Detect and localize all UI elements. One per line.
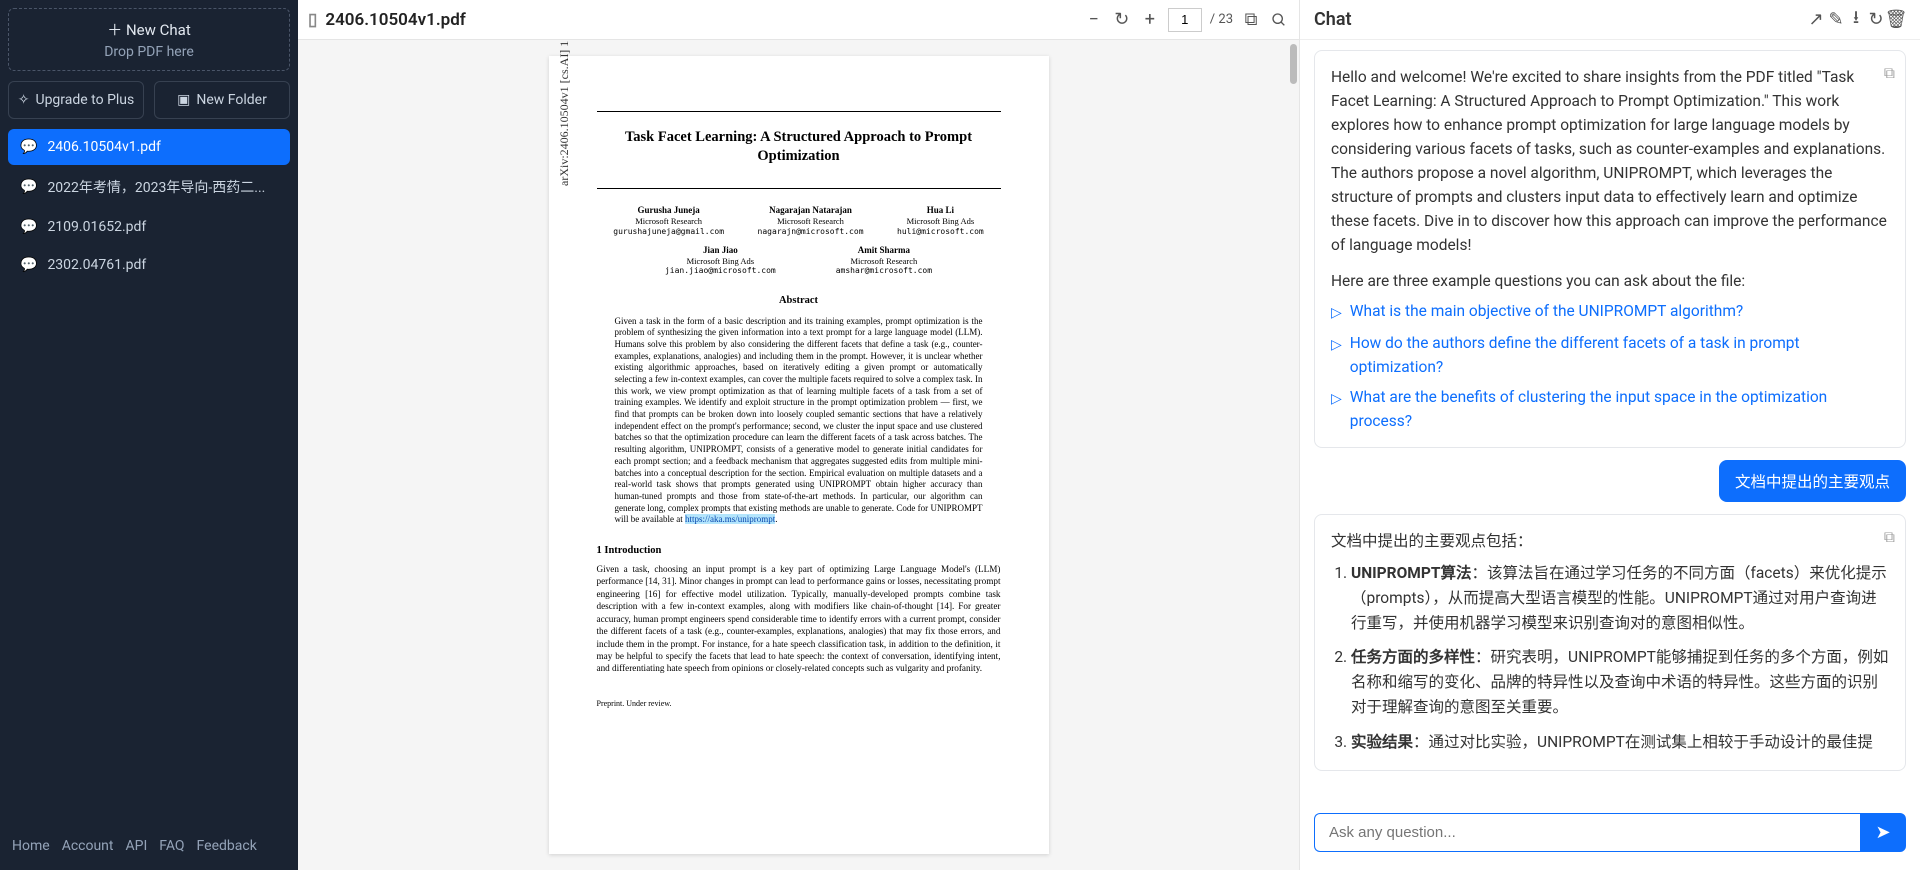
share-icon[interactable]: ↗ [1806, 10, 1826, 30]
intro-text: Given a task, choosing an input prompt i… [597, 563, 1001, 675]
page-total: / 23 [1210, 12, 1233, 27]
chat-bubble-icon: 💬 [20, 139, 37, 155]
example-question[interactable]: ▷ How do the authors define the different… [1331, 331, 1889, 379]
zoom-out-icon[interactable]: − [1084, 10, 1104, 30]
chat-pane: Chat ↗ ✎ ⭳ ↻ 🗑 ⧉ Hello and welcome! We'r… [1300, 0, 1920, 870]
chat-title: Chat [1314, 9, 1806, 30]
pdf-body[interactable]: arXiv:2406.10504v1 [cs.AI] 15 Jun 2024 T… [298, 40, 1299, 870]
code-link[interactable]: https://aka.ms/uniprompt [685, 514, 775, 524]
author: Hua LiMicrosoft Bing Adshuli@microsoft.c… [897, 205, 984, 237]
zoom-in-icon[interactable]: + [1140, 10, 1160, 30]
preprint-note: Preprint. Under review. [597, 699, 1001, 709]
file-item[interactable]: 💬 2022年考情，2023年导向-西药二... [8, 167, 290, 207]
abstract-heading: Abstract [597, 294, 1001, 307]
search-icon[interactable] [1269, 10, 1289, 30]
scrollbar-thumb[interactable] [1290, 44, 1297, 84]
reply-points: UNIPROMPT算法：该算法旨在通过学习任务的不同方面（facets）来优化提… [1331, 561, 1889, 755]
file-item[interactable]: 💬 2302.04761.pdf [8, 247, 290, 283]
document-icon: ▯ [308, 10, 317, 30]
send-triangle-icon: ▷ [1331, 335, 1342, 357]
copy-icon[interactable]: ⧉ [1884, 61, 1895, 85]
file-list: 💬 2406.10504v1.pdf 💬 2022年考情，2023年导向-西药二...… [8, 129, 290, 283]
example-question[interactable]: ▷ What are the benefits of clustering the… [1331, 385, 1889, 433]
footer-link[interactable]: Account [62, 838, 114, 854]
example-question-text: What is the main objective of the UNIPRO… [1350, 299, 1743, 323]
chat-body[interactable]: ⧉ Hello and welcome! We're excited to sh… [1300, 40, 1920, 803]
file-item[interactable]: 💬 2406.10504v1.pdf [8, 129, 290, 165]
reply-point: 任务方面的多样性：研究表明，UNIPROMPT能够捕捉到任务的多个方面，例如名称… [1351, 645, 1889, 719]
edit-icon[interactable]: ✎ [1826, 10, 1846, 30]
intro-heading: 1 Introduction [597, 544, 1001, 557]
assistant-reply: ⧉ 文档中提出的主要观点包括： UNIPROMPT算法：该算法旨在通过学习任务的… [1314, 514, 1906, 772]
example-question-text: What are the benefits of clustering the … [1350, 385, 1889, 433]
copy-icon[interactable]: ⧉ [1884, 525, 1895, 549]
arxiv-stamp: arXiv:2406.10504v1 [cs.AI] 15 Jun 2024 [557, 40, 572, 186]
folder-plus-icon: ▣ [177, 92, 190, 108]
chat-bubble-icon: 💬 [20, 257, 37, 273]
reply-lead: 文档中提出的主要观点包括： [1331, 529, 1889, 553]
chat-input-row: ➤ [1300, 803, 1920, 870]
reply-point: 实验结果：通过对比实验，UNIPROMPT在测试集上相较于手动设计的最佳提 [1351, 730, 1889, 755]
reply-point: UNIPROMPT算法：该算法旨在通过学习任务的不同方面（facets）来优化提… [1351, 561, 1889, 635]
authors-row-1: Gurusha JunejaMicrosoft Researchgurushaj… [597, 205, 1001, 237]
footer-link[interactable]: Feedback [197, 838, 257, 854]
upgrade-button[interactable]: ✧ Upgrade to Plus [8, 81, 144, 119]
new-folder-button[interactable]: ▣ New Folder [154, 81, 290, 119]
footer-link[interactable]: FAQ [159, 838, 184, 854]
send-triangle-icon: ▷ [1331, 389, 1342, 411]
welcome-text: Hello and welcome! We're excited to shar… [1331, 65, 1889, 257]
file-name: 2022年考情，2023年导向-西药二... [47, 177, 265, 197]
send-button[interactable]: ➤ [1860, 813, 1906, 852]
author: Jian JiaoMicrosoft Bing Adsjian.jiao@mic… [665, 245, 776, 277]
footer-link[interactable]: Home [12, 838, 50, 854]
sparkle-icon: ✧ [18, 92, 30, 108]
paper-title: Task Facet Learning: A Structured Approa… [597, 128, 1001, 166]
file-name: 2302.04761.pdf [47, 257, 146, 273]
title-rule [597, 111, 1001, 112]
sidebar: ＋ New Chat Drop PDF here ✧ Upgrade to Pl… [0, 0, 298, 870]
pdf-title: ▯ 2406.10504v1.pdf [308, 10, 1076, 30]
title-rule-bottom [597, 188, 1001, 189]
page-input[interactable] [1168, 8, 1202, 32]
selection-icon[interactable]: ⧉ [1241, 10, 1261, 30]
example-question[interactable]: ▷ What is the main objective of the UNIPR… [1331, 299, 1889, 325]
pdf-page: arXiv:2406.10504v1 [cs.AI] 15 Jun 2024 T… [549, 56, 1049, 854]
author: Amit SharmaMicrosoft Researchamshar@micr… [836, 245, 932, 277]
send-triangle-icon: ▷ [1331, 303, 1342, 325]
new-chat-label: ＋ New Chat [19, 19, 279, 40]
chat-input[interactable] [1314, 813, 1860, 852]
abstract-text: Given a task in the form of a basic desc… [597, 316, 1001, 526]
new-chat-button[interactable]: ＋ New Chat Drop PDF here [8, 8, 290, 71]
delete-icon[interactable]: 🗑 [1886, 10, 1906, 30]
footer-links: Home Account API FAQ Feedback [8, 830, 290, 862]
file-name: 2406.10504v1.pdf [47, 139, 160, 155]
drop-hint: Drop PDF here [19, 44, 279, 60]
refresh-icon[interactable]: ↻ [1866, 10, 1886, 30]
chat-bubble-icon: 💬 [20, 219, 37, 235]
chat-header: Chat ↗ ✎ ⭳ ↻ 🗑 [1300, 0, 1920, 40]
pdf-toolbar: ▯ 2406.10504v1.pdf − ↻ + / 23 ⧉ [298, 0, 1299, 40]
user-message: 文档中提出的主要观点 [1719, 460, 1906, 502]
authors-row-2: Jian JiaoMicrosoft Bing Adsjian.jiao@mic… [597, 245, 1001, 277]
reset-zoom-icon[interactable]: ↻ [1112, 10, 1132, 30]
send-icon: ➤ [1875, 822, 1890, 843]
pdf-pane: ▯ 2406.10504v1.pdf − ↻ + / 23 ⧉ arXiv:24… [298, 0, 1300, 870]
author: Nagarajan NatarajanMicrosoft Researchnag… [758, 205, 864, 237]
file-item[interactable]: 💬 2109.01652.pdf [8, 209, 290, 245]
example-question-text: How do the authors define the different … [1350, 331, 1889, 379]
download-icon[interactable]: ⭳ [1846, 10, 1866, 30]
example-questions-intro: Here are three example questions you can… [1331, 269, 1889, 293]
chat-bubble-icon: 💬 [20, 179, 37, 195]
author: Gurusha JunejaMicrosoft Researchgurushaj… [613, 205, 724, 237]
assistant-welcome: ⧉ Hello and welcome! We're excited to sh… [1314, 50, 1906, 448]
footer-link[interactable]: API [126, 838, 148, 854]
file-name: 2109.01652.pdf [47, 219, 146, 235]
